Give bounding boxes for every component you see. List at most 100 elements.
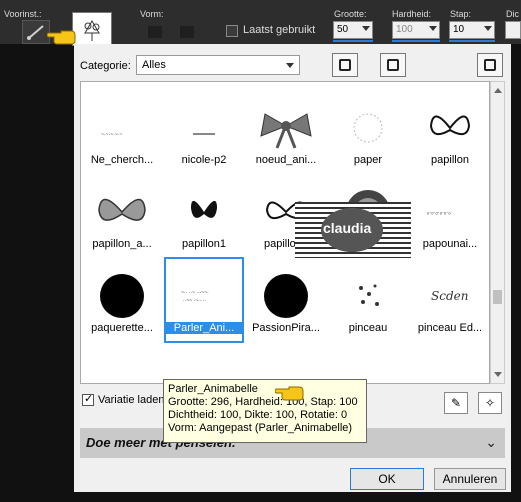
hardness-label: Hardheid:: [392, 9, 432, 19]
wand-icon: ✧: [484, 396, 496, 410]
shape-round-button[interactable]: [148, 26, 162, 38]
brush-name: noeud_ani...: [255, 154, 317, 166]
vertical-scrollbar[interactable]: [490, 81, 505, 384]
brush-name: pinceau Ed...: [417, 322, 483, 334]
density-input[interactable]: [505, 21, 521, 39]
variation-checkbox[interactable]: [82, 392, 94, 406]
shape-square-button[interactable]: [180, 26, 194, 38]
hardness-value: 100: [396, 24, 413, 35]
brush-import-button[interactable]: [380, 53, 406, 77]
brush-name: papillon_a...: [92, 238, 152, 250]
tooltip-line: Parler_Animabelle: [168, 383, 258, 395]
brush-item[interactable]: papillon1: [165, 174, 243, 258]
circle-brush-thumbnail: [100, 274, 144, 318]
chevron-down-icon: [286, 63, 294, 68]
brush-name: papillon1: [181, 238, 227, 250]
brush-grid: ~·~·~·~·~ Ne_cherch... nicole-p2 noeud_a…: [80, 81, 490, 384]
brush-item[interactable]: Scden pinceau Ed...: [411, 258, 489, 342]
brush-options-button[interactable]: [477, 53, 503, 77]
svg-text:ₒ·ₒ·ₒ·ₒ·ₒ·ₒ: ₒ·ₒ·ₒ·ₒ·ₒ·ₒ: [427, 210, 451, 216]
text-brush-thumbnail: ₒ·ₒ·ₒ·ₒ·ₒ·ₒ: [427, 210, 451, 216]
svg-text:~·~·~·~·~: ~·~·~·~·~: [101, 132, 122, 138]
shape-label: Vorm:: [140, 9, 164, 19]
size-slider[interactable]: [333, 40, 373, 42]
brush-tooltip: Parler_Animabelle Grootte: 296, Hardheid…: [163, 379, 367, 443]
ok-button[interactable]: OK: [350, 468, 424, 490]
pointing-hand-icon: [275, 386, 304, 401]
brush-item[interactable]: paper: [329, 90, 407, 174]
tooltip-line: Vorm: Aangepast (Parler_Animabelle): [168, 422, 353, 434]
scroll-thumb[interactable]: [493, 290, 502, 304]
brush-tool-button[interactable]: [22, 20, 50, 44]
line-brush-thumbnail: [193, 133, 215, 135]
brush-name: papounai...: [422, 238, 478, 250]
brush-item[interactable]: papillon: [411, 90, 489, 174]
tree-icon: [84, 20, 100, 41]
chevron-down-icon: [484, 26, 492, 31]
svg-text:~·· ··~ ···~~·: ~·· ··~ ···~~·: [181, 290, 209, 296]
preset-thumbnail[interactable]: [72, 12, 112, 46]
brush-item[interactable]: paquerette...: [83, 258, 161, 342]
brush-item[interactable]: ₒ·ₒ·ₒ·ₒ·ₒ·ₒ papounai...: [411, 174, 489, 258]
brush-icon: [27, 25, 44, 40]
category-select[interactable]: Alles: [136, 55, 300, 75]
brush-item[interactable]: papillon_a...: [83, 174, 161, 258]
cancel-button[interactable]: Annuleren: [434, 468, 506, 490]
edit-brush-button[interactable]: ✎: [444, 392, 468, 414]
svg-text:··~~ ·~·· ··: ··~~ ·~·· ··: [183, 298, 207, 304]
category-value: Alles: [142, 59, 166, 71]
brush-name: Ne_cherch...: [90, 154, 154, 166]
scatter-brush-thumbnail: [359, 284, 379, 306]
butterfly-brush-thumbnail: [191, 200, 217, 218]
size-value: 50: [337, 24, 349, 35]
paper-brush-thumbnail: [353, 113, 383, 143]
step-value: 10: [453, 24, 465, 35]
brush-name: nicole-p2: [181, 154, 227, 166]
step-slider[interactable]: [449, 40, 495, 42]
script-brush-thumbnail: Scden: [431, 289, 468, 303]
brush-item[interactable]: pinceau: [329, 258, 407, 342]
brush-item[interactable]: ~·~·~·~·~ Ne_cherch...: [83, 90, 161, 174]
brush-settings-button[interactable]: ✧: [478, 392, 502, 414]
brush-name: papillon: [431, 154, 469, 166]
tooltip-line: Dichtheid: 100, Dikte: 100, Rotatie: 0: [168, 409, 348, 421]
circle-brush-thumbnail: [264, 274, 308, 318]
folder-icon: [387, 59, 399, 71]
grid-icon: [339, 59, 351, 71]
brush-name: PassionPira...: [252, 322, 320, 334]
window: Voorinst.: Vorm: Laatst gebruikt Grootte…: [0, 0, 521, 502]
preset-label: Voorinst.:: [4, 9, 42, 19]
brush-name: pinceau: [348, 322, 388, 334]
chevron-down-icon: ⌄: [485, 434, 497, 450]
brush-toolbar: Voorinst.: Vorm: Laatst gebruikt Grootte…: [0, 0, 521, 46]
text-brush-thumbnail: ~·· ··~ ···~~· ··~~ ·~·· ··: [181, 290, 209, 304]
step-label: Stap:: [450, 9, 472, 19]
scroll-down-icon[interactable]: [494, 372, 502, 377]
chevron-down-icon: [362, 26, 370, 31]
watermark: claudia: [295, 202, 411, 258]
butterfly-brush-thumbnail: [429, 115, 471, 136]
hardness-input[interactable]: 100: [392, 21, 440, 39]
tooltip-line: Grootte: 296, Hardheid: 100, Stap: 100: [168, 396, 358, 408]
brush-item[interactable]: nicole-p2: [165, 90, 243, 174]
brush-name: Parler_Ani...: [165, 322, 243, 334]
butterfly-brush-thumbnail: [98, 198, 146, 221]
last-used-label: Laatst gebruikt: [243, 24, 316, 36]
scroll-up-icon[interactable]: [494, 88, 502, 93]
step-input[interactable]: 10: [449, 21, 495, 39]
watermark-text: claudia: [323, 220, 372, 236]
brush-list-view-button[interactable]: [332, 53, 358, 77]
size-input[interactable]: 50: [333, 21, 373, 39]
brush-item[interactable]: PassionPira...: [247, 258, 325, 342]
density-label: Dic: [506, 9, 519, 19]
hardness-slider[interactable]: [392, 40, 440, 42]
brush-item-selected[interactable]: ~·· ··~ ···~~· ··~~ ·~·· ·· Parler_Ani...: [164, 257, 244, 343]
brush-name: paquerette...: [91, 322, 153, 334]
pencil-icon: ✎: [450, 396, 462, 410]
pointing-hand-icon: [47, 30, 76, 45]
text-brush-thumbnail: ~·~·~·~·~: [101, 132, 122, 138]
brush-item[interactable]: noeud_ani...: [247, 90, 325, 174]
size-label: Grootte:: [334, 9, 367, 19]
last-used-checkbox[interactable]: [226, 25, 238, 37]
bow-brush-thumbnail: [260, 113, 312, 149]
